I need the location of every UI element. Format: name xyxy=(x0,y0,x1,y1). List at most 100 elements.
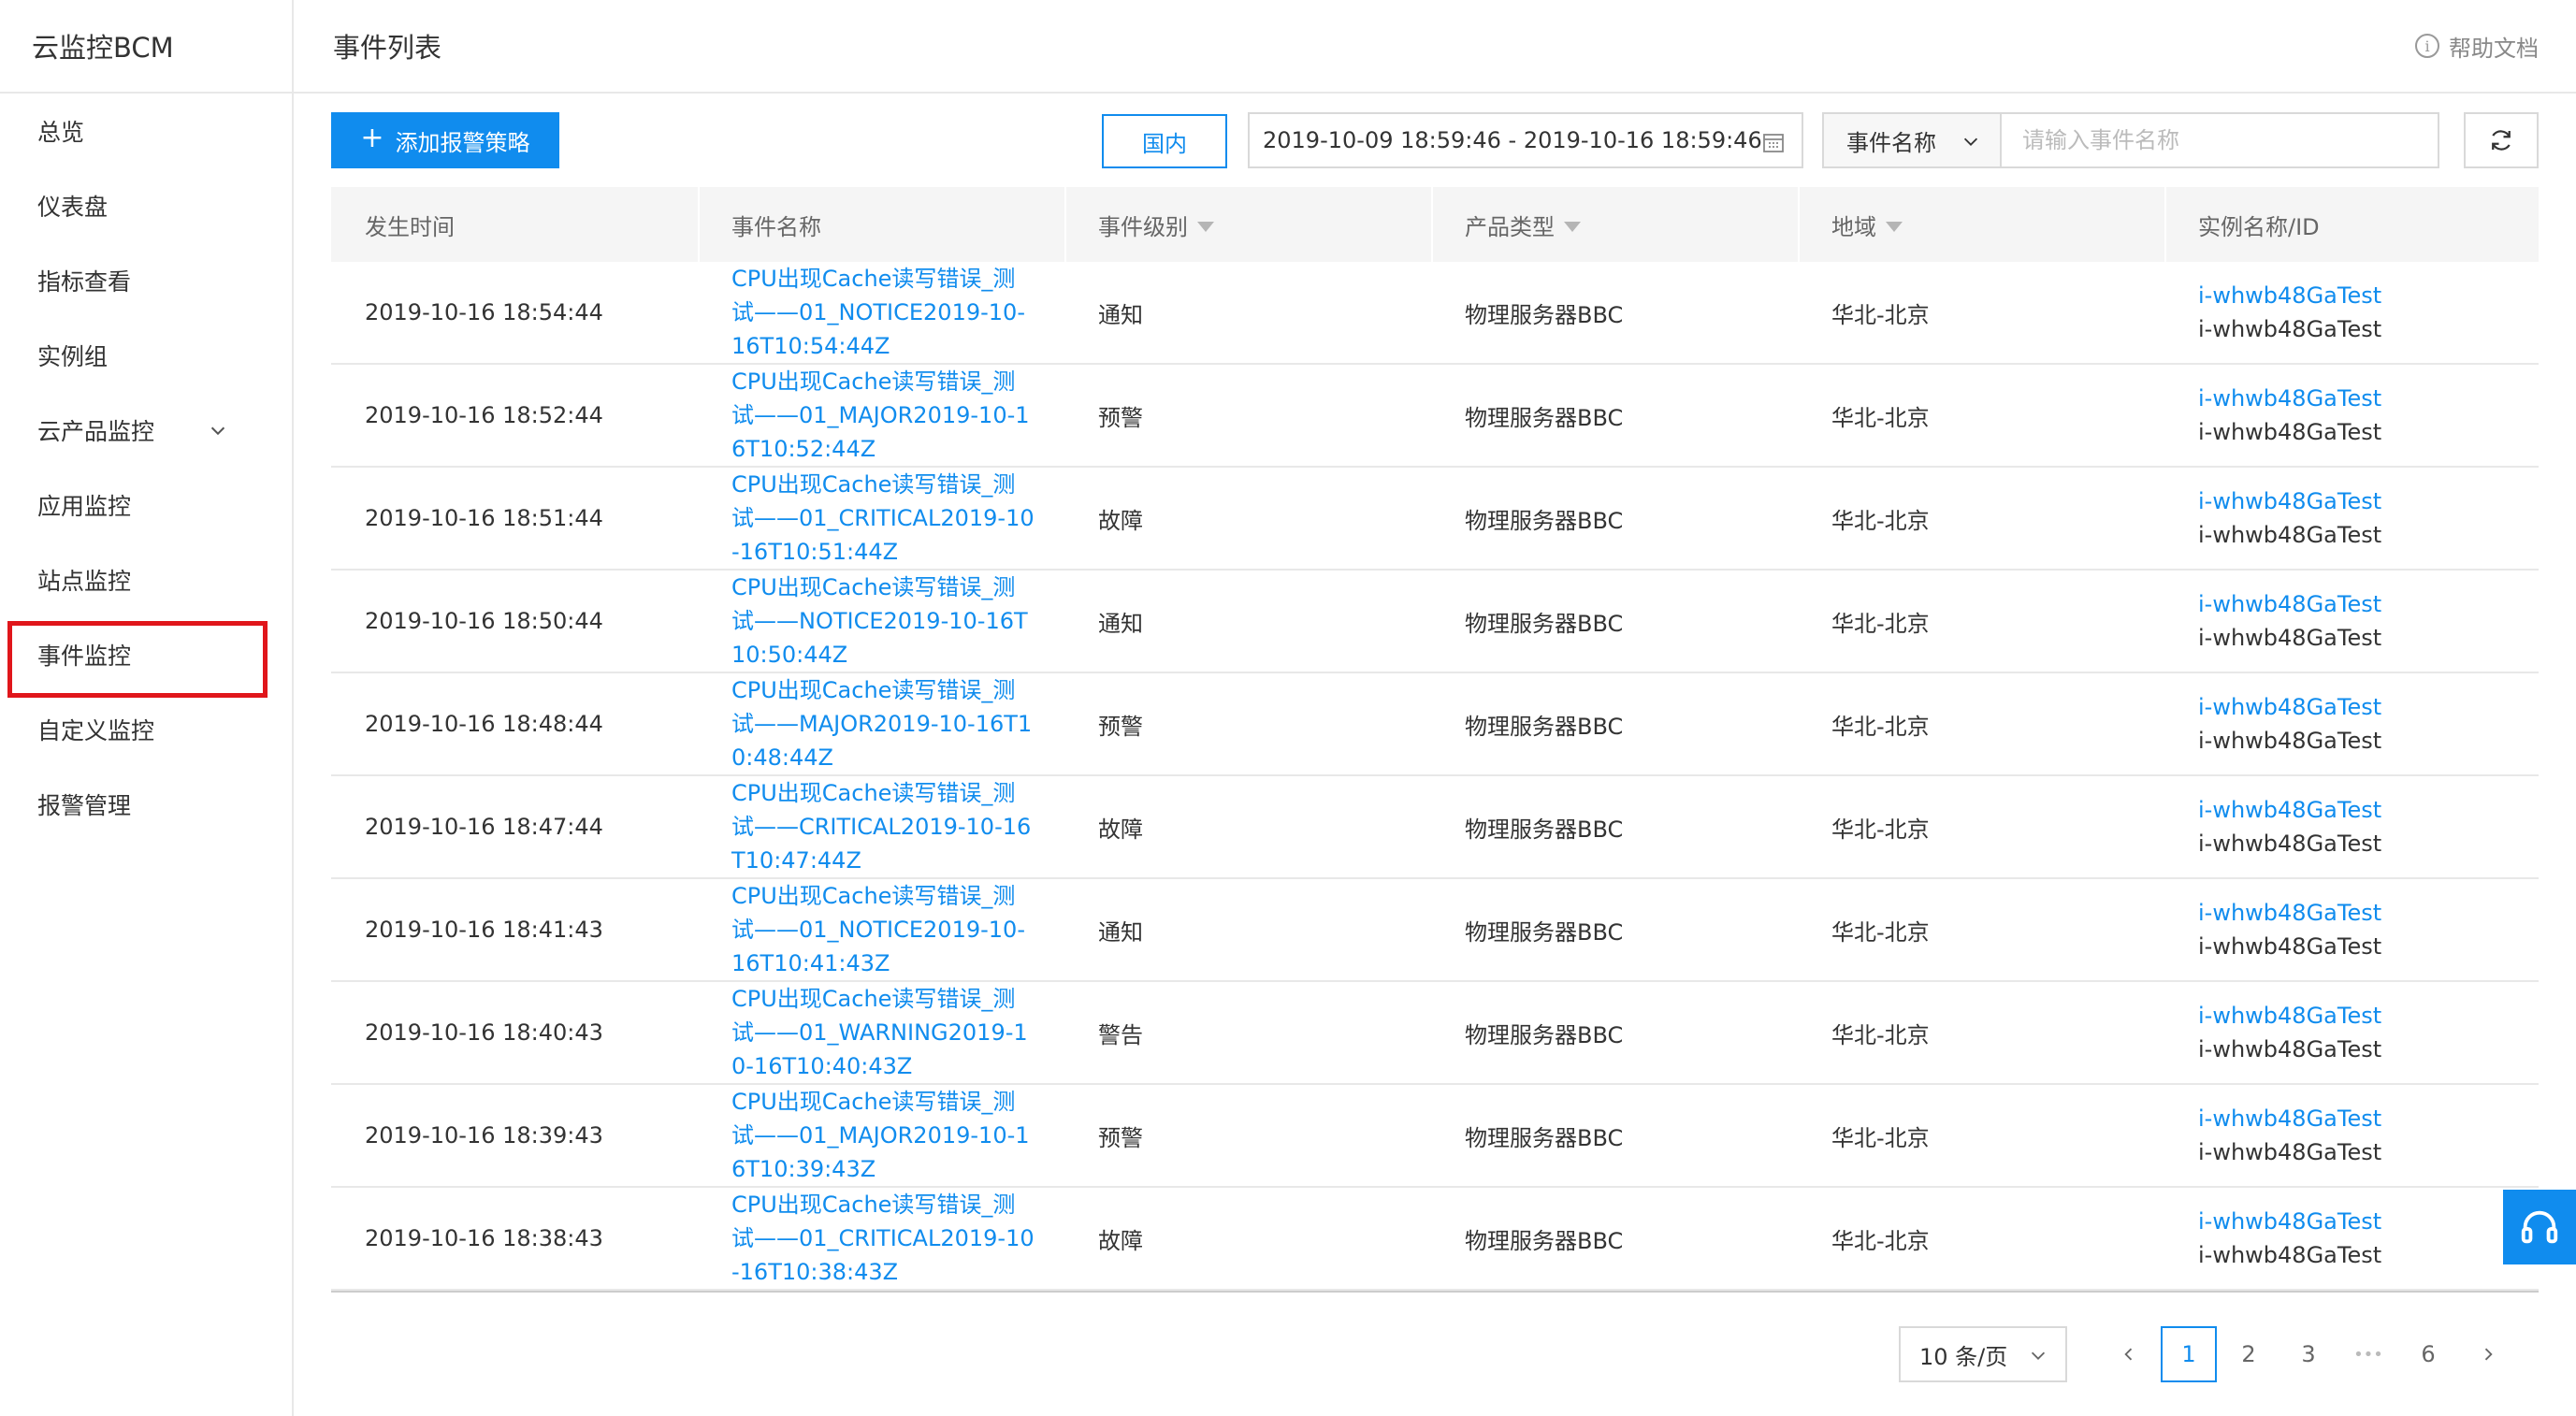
region-domestic-button[interactable]: 国内 xyxy=(1102,114,1227,168)
filter-icon[interactable] xyxy=(1197,221,1214,232)
sidebar-item-event-monitoring[interactable]: 事件监控 xyxy=(0,617,292,698)
cell-instance: i-whwb48GaTest i-whwb48GaTest xyxy=(2164,365,2539,466)
instance-id: i-whwb48GaTest xyxy=(2198,728,2382,754)
page-button-6[interactable]: 6 xyxy=(2400,1326,2456,1382)
instance-name-link[interactable]: i-whwb48GaTest xyxy=(2198,896,2381,930)
cell-event-level: 预警 xyxy=(1098,1124,1143,1151)
column-header-label: 地域 xyxy=(1831,213,1876,240)
page-button-3[interactable]: 3 xyxy=(2280,1326,2337,1382)
table-row: 2019-10-16 18:52:44 CPU出现Cache读写错误_测试——01… xyxy=(331,365,2539,468)
page-size-select[interactable]: 10 条/页 xyxy=(1899,1326,2067,1382)
cell-region: 华北-北京 xyxy=(1831,1227,1930,1254)
column-header-label: 发生时间 xyxy=(365,213,455,240)
filter-icon[interactable] xyxy=(1886,221,1903,232)
cell-event-name-link[interactable]: CPU出现Cache读写错误_测试——01_NOTICE2019-10-16T1… xyxy=(698,262,1064,363)
column-header-product-type[interactable]: 产品类型 xyxy=(1431,187,1798,262)
cell-time: 2019-10-16 18:52:44 xyxy=(365,402,603,428)
column-header-region[interactable]: 地域 xyxy=(1798,187,2164,262)
column-header-label: 实例名称/ID xyxy=(2198,213,2320,240)
sidebar-item-dashboard[interactable]: 仪表盘 xyxy=(0,168,292,243)
instance-id: i-whwb48GaTest xyxy=(2198,1139,2382,1165)
cell-event-name-link[interactable]: CPU出现Cache读写错误_测试——01_CRITICAL2019-10-16… xyxy=(698,1188,1064,1289)
sidebar-item-custom-monitoring[interactable]: 自定义监控 xyxy=(0,692,292,767)
page-ellipsis[interactable]: ••• xyxy=(2340,1326,2396,1382)
date-range-value: 2019-10-09 18:59:46 - 2019-10-16 18:59:4… xyxy=(1263,127,1762,153)
cell-time: 2019-10-16 18:47:44 xyxy=(365,814,603,840)
sidebar-item-cloud-product-monitoring[interactable]: 云产品监控 xyxy=(0,393,292,468)
instance-name-link[interactable]: i-whwb48GaTest xyxy=(2198,690,2381,724)
cell-time: 2019-10-16 18:51:44 xyxy=(365,505,603,531)
sidebar-item-site-monitoring[interactable]: 站点监控 xyxy=(0,542,292,617)
cell-instance: i-whwb48GaTest i-whwb48GaTest xyxy=(2164,571,2539,672)
cell-product-type: 物理服务器BBC xyxy=(1465,1124,1624,1151)
cell-product-type: 物理服务器BBC xyxy=(1465,1021,1624,1048)
cell-event-name-link[interactable]: CPU出现Cache读写错误_测试——01_MAJOR2019-10-16T10… xyxy=(698,1085,1064,1186)
sidebar-item-overview[interactable]: 总览 xyxy=(0,94,292,168)
instance-name-link[interactable]: i-whwb48GaTest xyxy=(2198,793,2381,827)
event-name-search-input[interactable] xyxy=(2002,114,2438,166)
chevron-down-icon xyxy=(210,426,225,436)
instance-name-link[interactable]: i-whwb48GaTest xyxy=(2198,1205,2381,1238)
cell-event-name-link[interactable]: CPU出现Cache读写错误_测试——01_WARNING2019-10-16T… xyxy=(698,982,1064,1083)
refresh-button[interactable] xyxy=(2464,112,2539,168)
sidebar-item-alarm-management[interactable]: 报警管理 xyxy=(0,767,292,842)
pagination: 10 条/页 1 2 3 ••• 6 xyxy=(1899,1326,2520,1382)
sidebar-item-metrics[interactable]: 指标查看 xyxy=(0,243,292,318)
instance-name-link[interactable]: i-whwb48GaTest xyxy=(2198,382,2381,415)
page-size-value: 10 条/页 xyxy=(1919,1343,2008,1370)
cell-product-type: 物理服务器BBC xyxy=(1465,610,1624,637)
cell-region: 华北-北京 xyxy=(1831,404,1930,431)
filter-icon[interactable] xyxy=(1564,221,1581,232)
sidebar-item-app-monitoring[interactable]: 应用监控 xyxy=(0,468,292,542)
cell-region: 华北-北京 xyxy=(1831,301,1930,328)
cell-instance: i-whwb48GaTest i-whwb48GaTest xyxy=(2164,982,2539,1083)
plus-icon: + xyxy=(360,122,384,154)
prev-page-button[interactable] xyxy=(2101,1326,2157,1382)
cell-event-name-link[interactable]: CPU出现Cache读写错误_测试——01_NOTICE2019-10-16T1… xyxy=(698,879,1064,980)
page-button-1[interactable]: 1 xyxy=(2161,1326,2217,1382)
sidebar-item-label: 事件监控 xyxy=(37,643,132,670)
table-row: 2019-10-16 18:41:43 CPU出现Cache读写错误_测试——01… xyxy=(331,879,2539,982)
cell-event-name-link[interactable]: CPU出现Cache读写错误_测试——CRITICAL2019-10-16T10… xyxy=(698,776,1064,877)
instance-name-link[interactable]: i-whwb48GaTest xyxy=(2198,1102,2381,1135)
cell-event-name-link[interactable]: CPU出现Cache读写错误_测试——01_MAJOR2019-10-16T10… xyxy=(698,365,1064,466)
event-search-group: 事件名称 xyxy=(1822,112,2439,168)
cell-event-level: 故障 xyxy=(1098,507,1143,534)
table-row: 2019-10-16 18:40:43 CPU出现Cache读写错误_测试——01… xyxy=(331,982,2539,1085)
cell-time: 2019-10-16 18:39:43 xyxy=(365,1122,603,1149)
filter-field-select[interactable]: 事件名称 xyxy=(1824,114,2002,166)
column-header-event-level[interactable]: 事件级别 xyxy=(1064,187,1431,262)
sidebar-item-label: 自定义监控 xyxy=(37,717,155,744)
help-doc-label: 帮助文档 xyxy=(2449,35,2539,62)
customer-service-button[interactable] xyxy=(2503,1190,2576,1264)
instance-name-link[interactable]: i-whwb48GaTest xyxy=(2198,484,2381,518)
cell-event-name-link[interactable]: CPU出现Cache读写错误_测试——MAJOR2019-10-16T10:48… xyxy=(698,673,1064,774)
sidebar-item-label: 指标查看 xyxy=(37,268,132,296)
date-range-picker[interactable]: 2019-10-09 18:59:46 - 2019-10-16 18:59:4… xyxy=(1248,112,1803,168)
instance-name-link[interactable]: i-whwb48GaTest xyxy=(2198,587,2381,621)
instance-name-link[interactable]: i-whwb48GaTest xyxy=(2198,279,2381,312)
next-page-button[interactable] xyxy=(2460,1326,2516,1382)
filter-field-value: 事件名称 xyxy=(1846,129,1936,156)
cell-instance: i-whwb48GaTest i-whwb48GaTest xyxy=(2164,468,2539,569)
table-bottom-border xyxy=(331,1291,2539,1294)
cell-event-name-link[interactable]: CPU出现Cache读写错误_测试——NOTICE2019-10-16T10:5… xyxy=(698,571,1064,672)
cell-event-name-link[interactable]: CPU出现Cache读写错误_测试——01_CRITICAL2019-10-16… xyxy=(698,468,1064,569)
cell-instance: i-whwb48GaTest i-whwb48GaTest xyxy=(2164,776,2539,877)
help-doc-link[interactable]: i 帮助文档 xyxy=(2415,30,2539,63)
sidebar-item-label: 报警管理 xyxy=(37,792,132,819)
sidebar-item-instance-group[interactable]: 实例组 xyxy=(0,318,292,393)
page-header: 事件列表 i 帮助文档 xyxy=(294,0,2576,94)
cell-event-level: 通知 xyxy=(1098,301,1143,328)
instance-id: i-whwb48GaTest xyxy=(2198,933,2382,960)
table-row: 2019-10-16 18:39:43 CPU出现Cache读写错误_测试——01… xyxy=(331,1085,2539,1188)
page-button-2[interactable]: 2 xyxy=(2221,1326,2277,1382)
add-alarm-policy-button[interactable]: + 添加报警策略 xyxy=(331,112,559,168)
cell-event-level: 预警 xyxy=(1098,713,1143,740)
toolbar: + 添加报警策略 国内 2019-10-09 18:59:46 - 2019-1… xyxy=(331,112,2539,168)
brand-title[interactable]: 云监控BCM xyxy=(0,0,292,94)
chevron-right-icon xyxy=(2484,1348,2493,1361)
chevron-down-icon xyxy=(1963,137,1978,146)
column-header-time: 发生时间 xyxy=(331,187,698,262)
instance-name-link[interactable]: i-whwb48GaTest xyxy=(2198,999,2381,1033)
